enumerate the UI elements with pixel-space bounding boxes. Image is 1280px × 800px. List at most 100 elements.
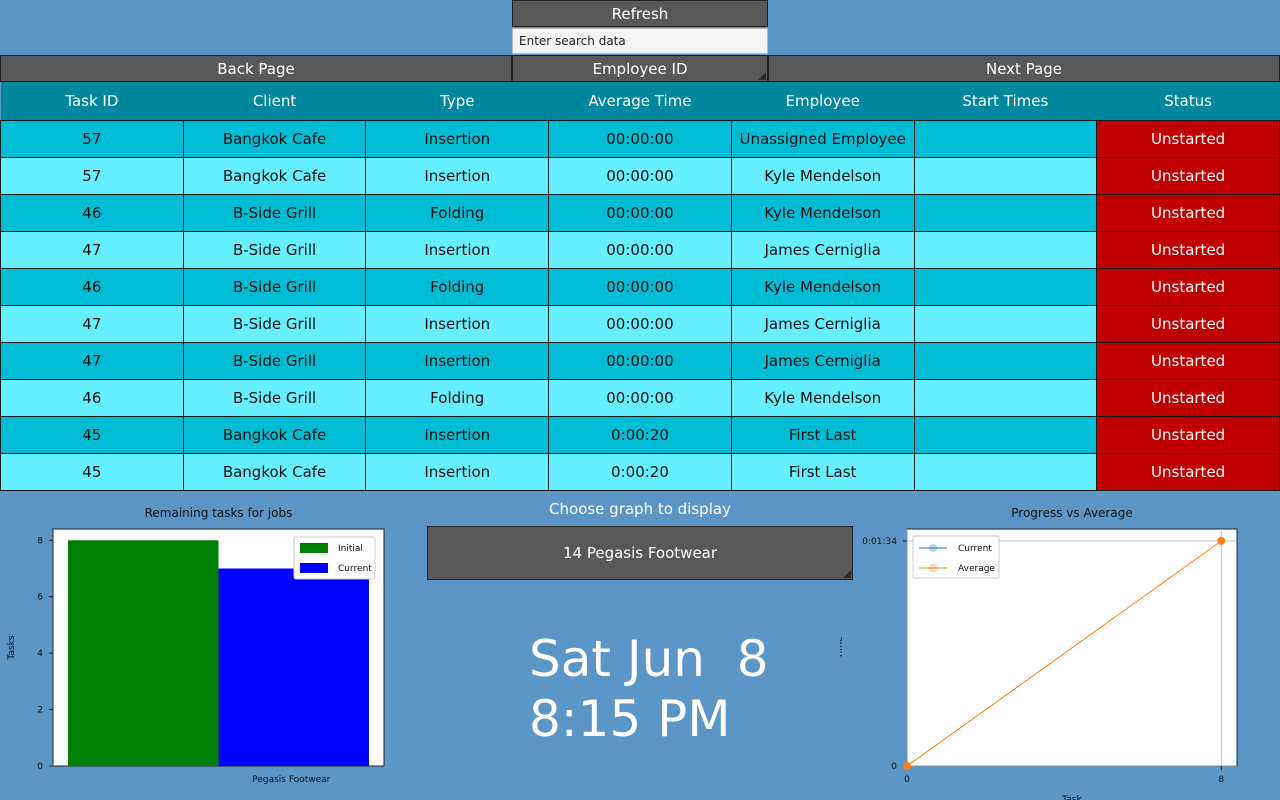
cell-average-time: 00:00:00: [548, 342, 732, 380]
table-row[interactable]: 57 Bangkok Cafe Insertion 00:00:00 Unassigne…: [0, 120, 1280, 158]
y-tick-label: 6: [37, 593, 43, 603]
table-row[interactable]: 47 B-Side Grill Insertion 00:00:00 James Cer…: [0, 305, 1280, 343]
cell-status: Unstarted: [1096, 120, 1280, 158]
employee-id-dropdown[interactable]: Employee ID: [512, 55, 768, 82]
cell-employee: Kyle Mendelson: [730, 379, 915, 417]
y-axis-label: Time: [840, 636, 845, 659]
cell-employee: James Cerniglia: [730, 305, 915, 343]
cell-status: Unstarted: [1096, 157, 1280, 195]
cell-task-id: 47: [0, 231, 184, 269]
table-header-row: Task ID Client Type Average Time Employe…: [0, 82, 1280, 121]
table-row[interactable]: 47 B-Side Grill Insertion 00:00:00 James Cer…: [0, 342, 1280, 380]
cell-client: Bangkok Cafe: [182, 416, 367, 454]
cell-type: Insertion: [365, 120, 550, 158]
y-tick-label: 0:01:34: [862, 537, 897, 547]
cell-status: Unstarted: [1096, 194, 1280, 232]
table-row[interactable]: 46 B-Side Grill Folding 00:00:00 Kyle Mendel…: [0, 379, 1280, 417]
search-input[interactable]: [512, 28, 768, 54]
table-row[interactable]: 46 B-Side Grill Folding 00:00:00 Kyle Mendel…: [0, 268, 1280, 306]
cell-task-id: 46: [0, 379, 184, 417]
cell-status: Unstarted: [1096, 379, 1280, 417]
next-page-button[interactable]: Next Page: [768, 55, 1280, 82]
legend-marker-average: [929, 564, 937, 572]
cell-employee: James Cerniglia: [730, 231, 915, 269]
column-header-client[interactable]: Client: [183, 82, 366, 121]
cell-type: Insertion: [365, 305, 550, 343]
x-tick-label: 8: [1218, 775, 1224, 785]
legend-swatch-current: [300, 563, 328, 573]
x-tick-label: 0: [904, 775, 910, 785]
column-header-type[interactable]: Type: [365, 82, 549, 121]
cell-type: Insertion: [365, 453, 550, 491]
table-row[interactable]: 47 B-Side Grill Insertion 00:00:00 James Cer…: [0, 231, 1280, 269]
x-tick-label: Pegasis Footwear: [252, 775, 330, 785]
cell-average-time: 00:00:00: [548, 194, 732, 232]
back-page-label: Back Page: [217, 59, 295, 78]
column-header-employee[interactable]: Employee: [731, 82, 915, 121]
graph-select-value: 14 Pegasis Footwear: [562, 544, 718, 562]
cell-start-times: [913, 416, 1098, 454]
table-row[interactable]: 46 B-Side Grill Folding 00:00:00 Kyle Mendel…: [0, 194, 1280, 232]
column-header-start-times[interactable]: Start Times: [914, 82, 1097, 121]
bar-initial: [68, 540, 219, 766]
y-tick-label: 0: [37, 762, 43, 772]
cell-type: Insertion: [365, 342, 550, 380]
cell-average-time: 0:00:20: [548, 453, 732, 491]
cell-status: Unstarted: [1096, 268, 1280, 306]
cell-type: Folding: [365, 194, 550, 232]
cell-client: B-Side Grill: [182, 342, 367, 380]
cell-employee: James Cerniglia: [730, 342, 915, 380]
y-axis-label: Tasks: [7, 635, 17, 660]
cell-status: Unstarted: [1096, 231, 1280, 269]
cell-start-times: [913, 453, 1098, 491]
x-axis-label: Task: [1061, 795, 1082, 800]
cell-task-id: 46: [0, 268, 184, 306]
cell-task-id: 45: [0, 416, 184, 454]
back-page-button[interactable]: Back Page: [0, 55, 512, 82]
cell-client: Bangkok Cafe: [182, 157, 367, 195]
column-header-status[interactable]: Status: [1096, 82, 1280, 121]
task-table: Task ID Client Type Average Time Employe…: [0, 82, 1280, 491]
cell-average-time: 0:00:20: [548, 416, 732, 454]
cell-task-id: 47: [0, 342, 184, 380]
cell-client: B-Side Grill: [182, 305, 367, 343]
refresh-button[interactable]: Refresh: [512, 0, 768, 27]
cell-employee: First Last: [730, 416, 915, 454]
clock-time: 8:15 PM: [529, 690, 731, 748]
y-tick-label: 2: [37, 706, 43, 716]
remaining-tasks-chart: 0 2 4 6 8 Pegasis Footwear Tasks Initial Current: [7, 528, 385, 785]
clock-date: Sat Jun 8: [529, 630, 769, 688]
cell-client: B-Side Grill: [182, 231, 367, 269]
cell-employee: Kyle Mendelson: [730, 157, 915, 195]
cell-employee: Kyle Mendelson: [730, 268, 915, 306]
cell-average-time: 00:00:00: [548, 157, 732, 195]
cell-task-id: 57: [0, 120, 184, 158]
cell-start-times: [913, 268, 1098, 306]
cell-start-times: [913, 231, 1098, 269]
cell-type: Folding: [365, 268, 550, 306]
refresh-label: Refresh: [611, 4, 669, 23]
dropdown-corner-icon: [758, 72, 766, 80]
cell-type: Insertion: [365, 416, 550, 454]
legend-label-average: Average: [958, 564, 995, 574]
y-tick-label: 0: [891, 762, 897, 772]
table-row[interactable]: 45 Bangkok Cafe Insertion 0:00:20 First Last…: [0, 416, 1280, 454]
table-row[interactable]: 57 Bangkok Cafe Insertion 00:00:00 Kyle Mend…: [0, 157, 1280, 195]
cell-employee: First Last: [730, 453, 915, 491]
cell-task-id: 46: [0, 194, 184, 232]
cell-client: Bangkok Cafe: [182, 120, 367, 158]
cell-client: B-Side Grill: [182, 379, 367, 417]
cell-type: Insertion: [365, 157, 550, 195]
cell-start-times: [913, 342, 1098, 380]
cell-client: Bangkok Cafe: [182, 453, 367, 491]
employee-id-label: Employee ID: [592, 59, 688, 78]
table-row[interactable]: 45 Bangkok Cafe Insertion 0:00:20 First Last…: [0, 453, 1280, 491]
cell-average-time: 00:00:00: [548, 379, 732, 417]
column-header-average-time[interactable]: Average Time: [548, 82, 732, 121]
cell-type: Folding: [365, 379, 550, 417]
column-header-task-id[interactable]: Task ID: [0, 82, 184, 121]
legend-label-current: Current: [338, 564, 372, 574]
cell-client: B-Side Grill: [182, 194, 367, 232]
choose-graph-label: Choose graph to display: [549, 500, 731, 518]
graph-select-dropdown[interactable]: 14 Pegasis Footwear: [427, 526, 853, 580]
